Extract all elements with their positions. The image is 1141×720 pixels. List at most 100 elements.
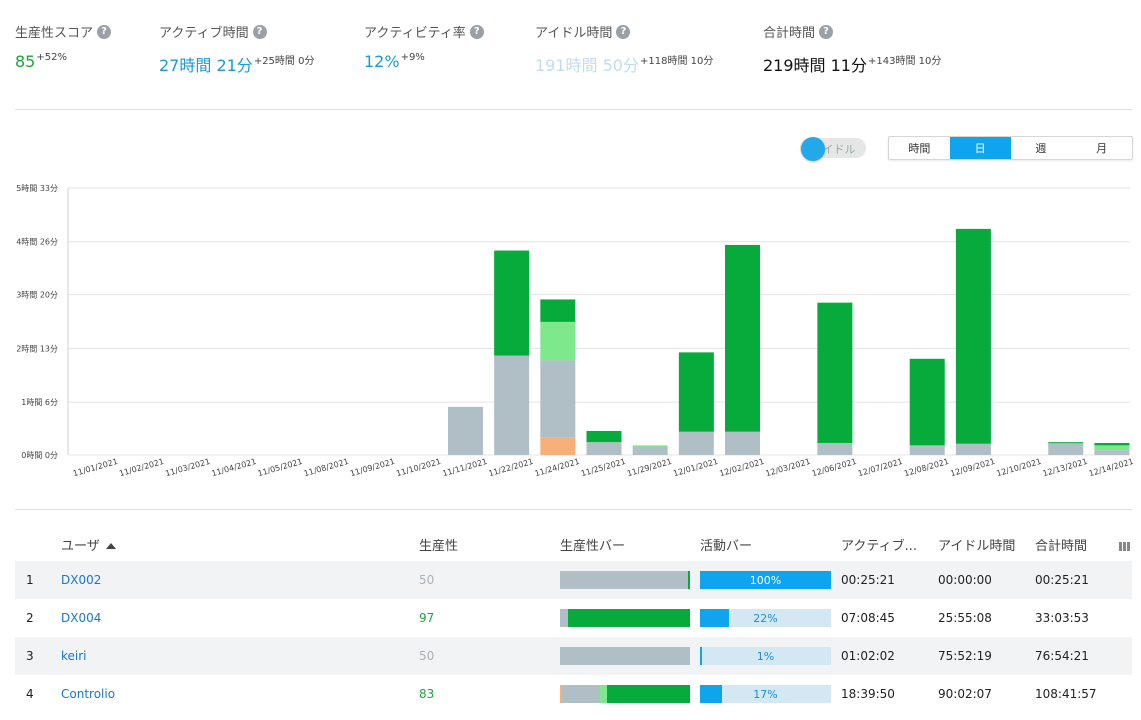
x-tick-label: 12/01/2021: [672, 457, 719, 478]
active-time: 18:39:50: [841, 687, 895, 701]
active-time: 07:08:45: [841, 611, 895, 625]
y-tick-label: 5時間 33分: [16, 184, 58, 193]
tab-hour[interactable]: 時間: [889, 137, 950, 159]
x-tick-label: 12/09/2021: [949, 457, 996, 478]
x-tick-label: 12/07/2021: [857, 457, 904, 478]
row-number: 3: [26, 649, 34, 663]
productivity-bar-cell: [560, 609, 690, 627]
stat-label: アクティブ時間: [159, 26, 249, 41]
x-tick-label: 11/09/2021: [349, 457, 396, 478]
column-header-idle[interactable]: アイドル時間: [938, 535, 1015, 554]
user-link[interactable]: DX004: [61, 611, 101, 625]
column-header-user[interactable]: ユーザ: [61, 535, 116, 554]
activity-bar-label: 100%: [749, 573, 782, 587]
x-tick-label: 11/03/2021: [164, 457, 211, 478]
x-tick-label: 12/08/2021: [903, 457, 950, 478]
row-number: 2: [26, 611, 34, 625]
x-tick-label: 12/06/2021: [811, 457, 858, 478]
x-tick-label: 12/14/2021: [1088, 457, 1135, 478]
total-time: 108:41:57: [1035, 687, 1097, 701]
productivity-bar-cell: [560, 685, 690, 703]
stat-active-time: アクティブ時間? 27時間 21分+25時間 0分: [159, 22, 314, 76]
stat-value: 85: [15, 52, 36, 71]
activity-bar-cell: 1%: [700, 647, 831, 665]
x-tick-label: 11/04/2021: [211, 457, 258, 478]
tab-month[interactable]: 月: [1071, 137, 1132, 159]
table-row[interactable]: 1 DX002 50 100% 00:25:21 00:00:00 00:25:21: [15, 561, 1132, 599]
column-header-activity-bar[interactable]: 活動バー: [700, 535, 752, 554]
x-tick-label: 11/05/2021: [257, 457, 304, 478]
help-icon[interactable]: ?: [252, 24, 267, 39]
row-number: 4: [26, 687, 34, 701]
productivity-value: 97: [419, 611, 435, 625]
total-time: 33:03:53: [1035, 611, 1089, 625]
chart-bar-segment: [1048, 442, 1084, 444]
column-header-total[interactable]: 合計時間: [1035, 535, 1087, 554]
chart-bar-segment: [678, 352, 714, 432]
activity-bar-label: 17%: [753, 687, 778, 701]
chart-bar-segment: [586, 442, 622, 455]
chart-bar-segment: [586, 430, 622, 443]
productivity-bar-segment: [560, 647, 690, 665]
user-link[interactable]: DX002: [61, 573, 101, 587]
chart-bar-segment: [1094, 442, 1130, 446]
chart-bar-segment: [817, 302, 853, 443]
x-tick-label: 12/03/2021: [765, 457, 812, 478]
idle-toggle[interactable]: アイドル: [800, 137, 866, 161]
productivity-bar-cell: [560, 647, 690, 665]
stat-value: 12%: [364, 52, 400, 71]
stat-idle-time: アイドル時間? 191時間 50分+118時間 10分: [535, 22, 713, 76]
table-row[interactable]: 2 DX004 97 22% 07:08:45 25:55:08 33:03:53: [15, 599, 1132, 637]
table-row[interactable]: 3 keiri 50 1% 01:02:02 75:52:19 76:54:21: [15, 637, 1132, 675]
columns-icon[interactable]: [1119, 542, 1130, 551]
table-row[interactable]: 4 Controlio 83 17% 18:39:50 90:02:07 108:41:57: [15, 675, 1132, 713]
productivity-value: 50: [419, 649, 435, 663]
productivity-bar-segment: [560, 571, 689, 589]
x-tick-label: 11/24/2021: [534, 457, 581, 478]
stat-label: 生産性スコア: [15, 26, 94, 41]
help-icon[interactable]: ?: [97, 24, 112, 39]
stat-delta: +143時間 10分: [868, 56, 942, 67]
chart-bar-segment: [540, 321, 576, 361]
x-tick-label: 12/10/2021: [995, 457, 1042, 478]
column-header-productivity[interactable]: 生産性: [419, 535, 458, 554]
chart-bar-segment: [909, 358, 945, 446]
stat-label: 合計時間: [763, 26, 816, 41]
toggle-knob[interactable]: [801, 137, 825, 161]
stat-value: 191時間 50分: [535, 56, 639, 75]
help-icon[interactable]: ?: [469, 24, 484, 39]
x-tick-label: 11/10/2021: [395, 457, 442, 478]
productivity-bar-cell: [560, 571, 690, 589]
column-header-productivity-bar[interactable]: 生産性バー: [560, 535, 625, 554]
x-tick-label: 12/02/2021: [718, 457, 765, 478]
stats-bar: 生産性スコア? 85+52% アクティブ時間? 27時間 21分+25時間 0分…: [15, 22, 1141, 82]
stat-delta: +25時間 0分: [253, 56, 315, 67]
tab-day[interactable]: 日: [949, 137, 1011, 159]
user-link[interactable]: Controlio: [61, 687, 115, 701]
chart-bar-segment: [725, 431, 761, 455]
productivity-bar: [560, 609, 690, 627]
stat-value: 27時間 21分: [159, 56, 253, 75]
idle-time: 25:55:08: [938, 611, 992, 625]
table-header: ユーザ 生産性 生産性バー 活動バー アクティブ... アイドル時間 合計時間: [15, 528, 1132, 561]
help-icon[interactable]: ?: [616, 24, 631, 39]
column-header-active[interactable]: アクティブ...: [841, 535, 917, 554]
help-icon[interactable]: ?: [819, 24, 834, 39]
productivity-value: 50: [419, 573, 435, 587]
chart-bar-segment: [955, 443, 991, 455]
productivity-bar: [560, 685, 690, 703]
y-tick-label: 1時間 6分: [21, 398, 58, 407]
activity-bar: 17%: [700, 685, 831, 703]
chart-bar-segment: [540, 360, 576, 438]
stat-delta: +9%: [400, 52, 425, 63]
productivity-bar-segment: [561, 685, 600, 703]
stat-value: 219時間 11分: [763, 56, 867, 75]
user-link[interactable]: keiri: [61, 649, 87, 663]
sort-ascending-icon[interactable]: [105, 543, 116, 549]
total-time: 76:54:21: [1035, 649, 1089, 663]
period-selector: 時間 日 週 月: [888, 136, 1133, 160]
chart-bar-segment: [1048, 442, 1084, 455]
chart-bar-segment: [678, 431, 714, 455]
x-tick-label: 11/08/2021: [303, 457, 350, 478]
tab-week[interactable]: 週: [1011, 137, 1072, 159]
